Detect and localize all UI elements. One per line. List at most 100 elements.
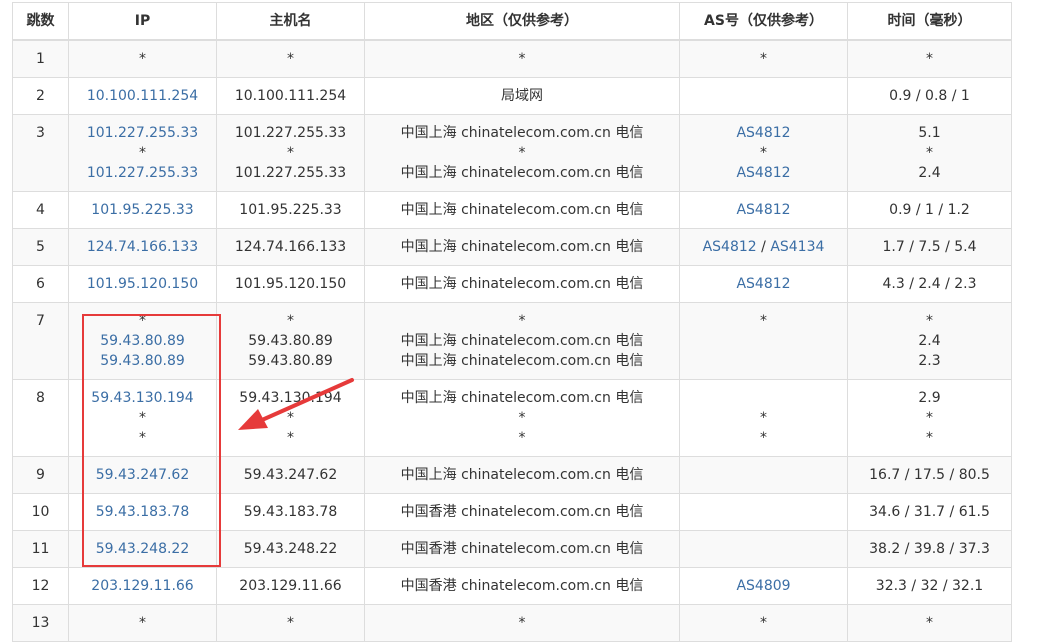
host-value: * — [287, 409, 294, 426]
as-cell — [679, 76, 848, 115]
host-cell: 124.74.166.133 — [216, 227, 365, 266]
hop-number: 6 — [36, 275, 45, 292]
as-link[interactable]: AS4812 — [681, 123, 847, 143]
hop-number: 9 — [36, 466, 45, 483]
host-value: 101.95.120.150 — [234, 275, 347, 292]
hop-number: 1 — [36, 51, 45, 67]
as-cell: AS4812 — [679, 190, 848, 229]
ip-link[interactable]: 101.95.225.33 — [70, 200, 216, 220]
ip-value: * — [139, 144, 146, 161]
region-cell: * 中国上海 chinatelecom.com.cn 电信 中国上海 chinate… — [364, 301, 680, 380]
hop-cell: 6 — [12, 264, 69, 303]
region-value: * — [518, 614, 526, 631]
region-value: * — [518, 409, 526, 426]
as-cell: * * — [679, 378, 848, 457]
as-link[interactable]: AS4812 — [703, 239, 757, 255]
ip-link[interactable]: 10.100.111.254 — [70, 86, 216, 106]
as-link[interactable]: AS4812 — [681, 200, 847, 220]
ip-link[interactable]: 59.43.248.22 — [70, 539, 216, 559]
header-hop: 跳数 — [12, 2, 69, 41]
ip-link[interactable]: 124.74.166.133 — [70, 237, 216, 257]
ip-value: * — [139, 51, 146, 67]
as-value: * — [760, 51, 767, 67]
hop-number: 8 — [36, 389, 45, 406]
as-link[interactable]: AS4812 — [681, 163, 847, 183]
as-value — [681, 351, 847, 371]
ip-value: * — [139, 614, 146, 631]
as-cell — [679, 529, 848, 568]
region-cell: 局域网 — [364, 76, 680, 115]
time-cell: 38.2 / 39.8 / 37.3 — [847, 529, 1012, 568]
ip-cell: 101.227.255.33 * 101.227.255.33 — [68, 113, 217, 192]
table-row: 2 10.100.111.254 10.100.111.254 局域网 0.9 / 0.… — [12, 76, 1012, 115]
table-row: 7 * 59.43.80.89 59.43.80.89 * 59.43.80.89 59.4… — [12, 301, 1012, 380]
hop-number: 13 — [31, 614, 50, 631]
region-value: 中国上海 chinatelecom.com.cn 电信 — [400, 352, 644, 369]
ip-link[interactable]: 59.43.247.62 — [70, 465, 216, 485]
ip-cell: * — [68, 603, 217, 642]
time-cell: 5.1 * 2.4 — [847, 113, 1012, 192]
time-value: 0.9 / 1 / 1.2 — [889, 201, 970, 218]
as-cell — [679, 492, 848, 531]
hop-number: 5 — [36, 238, 45, 255]
host-value: 59.43.247.62 — [243, 466, 338, 483]
time-cell: 4.3 / 2.4 / 2.3 — [847, 264, 1012, 303]
header-ip: IP — [68, 2, 217, 41]
hop-cell: 1 — [12, 39, 69, 78]
ip-cell: 59.43.130.194 * * — [68, 378, 217, 457]
region-cell: 中国上海 chinatelecom.com.cn 电信 — [364, 227, 680, 266]
ip-cell: 59.43.248.22 — [68, 529, 217, 568]
hop-cell: 8 — [12, 378, 69, 457]
hop-cell: 3 — [12, 113, 69, 192]
host-value: 10.100.111.254 — [234, 87, 347, 104]
ip-link[interactable]: 203.129.11.66 — [70, 576, 216, 596]
ip-link[interactable]: 59.43.80.89 — [70, 351, 216, 371]
host-value: 203.129.11.66 — [239, 577, 342, 594]
as-link[interactable]: AS4812 — [681, 274, 847, 294]
table-row: 13 * * * * * — [12, 603, 1012, 642]
time-value: * — [926, 51, 933, 67]
time-cell: * — [847, 39, 1012, 78]
region-value: 中国香港 chinatelecom.com.cn 电信 — [400, 540, 644, 557]
table-row: 11 59.43.248.22 59.43.248.22 中国香港 chinatele… — [12, 529, 1012, 568]
header-as: AS号（仅供参考） — [679, 2, 848, 41]
ip-link[interactable]: 59.43.80.89 — [70, 331, 216, 351]
time-value: 34.6 / 31.7 / 61.5 — [869, 503, 990, 520]
as-link[interactable]: AS4134 — [770, 239, 824, 255]
as-cell: AS4812 * AS4812 — [679, 113, 848, 192]
time-value: 0.9 / 0.8 / 1 — [889, 87, 970, 104]
header-hostname: 主机名 — [216, 2, 365, 41]
ip-cell: 101.95.120.150 — [68, 264, 217, 303]
ip-link[interactable]: 59.43.183.78 — [70, 502, 216, 522]
traceroute-table: 跳数 IP 主机名 地区（仅供参考） AS号（仅供参考） 时间（毫秒） 1 * * *… — [12, 2, 1012, 642]
time-cell: 34.6 / 31.7 / 61.5 — [847, 492, 1012, 531]
ip-cell: 59.43.183.78 — [68, 492, 217, 531]
ip-link[interactable]: 101.227.255.33 — [70, 123, 216, 143]
table-body: 1 * * * * * 2 10.100.111.254 10.100.111.254 局域网 0.… — [12, 39, 1012, 642]
ip-link[interactable]: 59.43.130.194 — [70, 388, 216, 408]
as-link[interactable]: AS4809 — [681, 576, 847, 596]
as-cell: * — [679, 39, 848, 78]
table-row: 12 203.129.11.66 203.129.11.66 中国香港 chinate… — [12, 566, 1012, 605]
hop-cell: 4 — [12, 190, 69, 229]
host-value: 59.43.130.194 — [239, 389, 342, 406]
as-value — [681, 502, 847, 522]
region-value: * — [518, 144, 526, 161]
ip-link[interactable]: 101.227.255.33 — [70, 163, 216, 183]
host-value: * — [287, 614, 294, 631]
host-value: 101.227.255.33 — [234, 164, 347, 181]
as-cell: * — [679, 603, 848, 642]
hop-cell: 10 — [12, 492, 69, 531]
host-value: 101.227.255.33 — [234, 124, 347, 141]
region-value: 中国香港 chinatelecom.com.cn 电信 — [400, 577, 644, 594]
host-cell: 59.43.183.78 — [216, 492, 365, 531]
hop-cell: 13 — [12, 603, 69, 642]
host-value: 124.74.166.133 — [234, 238, 347, 255]
time-value: 2.4 — [918, 164, 941, 181]
time-cell: 2.9 * * — [847, 378, 1012, 457]
time-cell: 16.7 / 17.5 / 80.5 — [847, 455, 1012, 494]
header-region: 地区（仅供参考） — [364, 2, 680, 41]
table-row: 1 * * * * * — [12, 39, 1012, 78]
ip-link[interactable]: 101.95.120.150 — [70, 274, 216, 294]
region-cell: 中国香港 chinatelecom.com.cn 电信 — [364, 492, 680, 531]
